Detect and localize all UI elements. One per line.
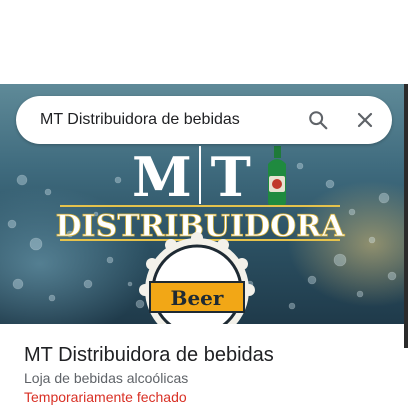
logo-monogram: M T (132, 145, 251, 209)
scrollbar[interactable] (404, 84, 408, 348)
search-input[interactable]: MT Distribuidora de bebidas (40, 110, 240, 130)
place-title: MT Distribuidora de bebidas (24, 344, 274, 366)
search-box[interactable]: MT Distribuidora de bebidas (16, 96, 392, 144)
place-category[interactable]: Loja de bebidas alcoólicas (24, 370, 188, 387)
beer-cap-badge: Beer (139, 232, 255, 324)
close-button[interactable] (349, 104, 381, 136)
svg-text:M T: M T (132, 145, 251, 209)
search-icon (309, 111, 328, 130)
beer-bottle-icon (268, 146, 286, 206)
svg-text:Beer: Beer (171, 286, 224, 310)
place-status: Temporariamente fechado (24, 389, 187, 405)
search-button[interactable] (302, 104, 334, 136)
close-icon (357, 112, 373, 128)
